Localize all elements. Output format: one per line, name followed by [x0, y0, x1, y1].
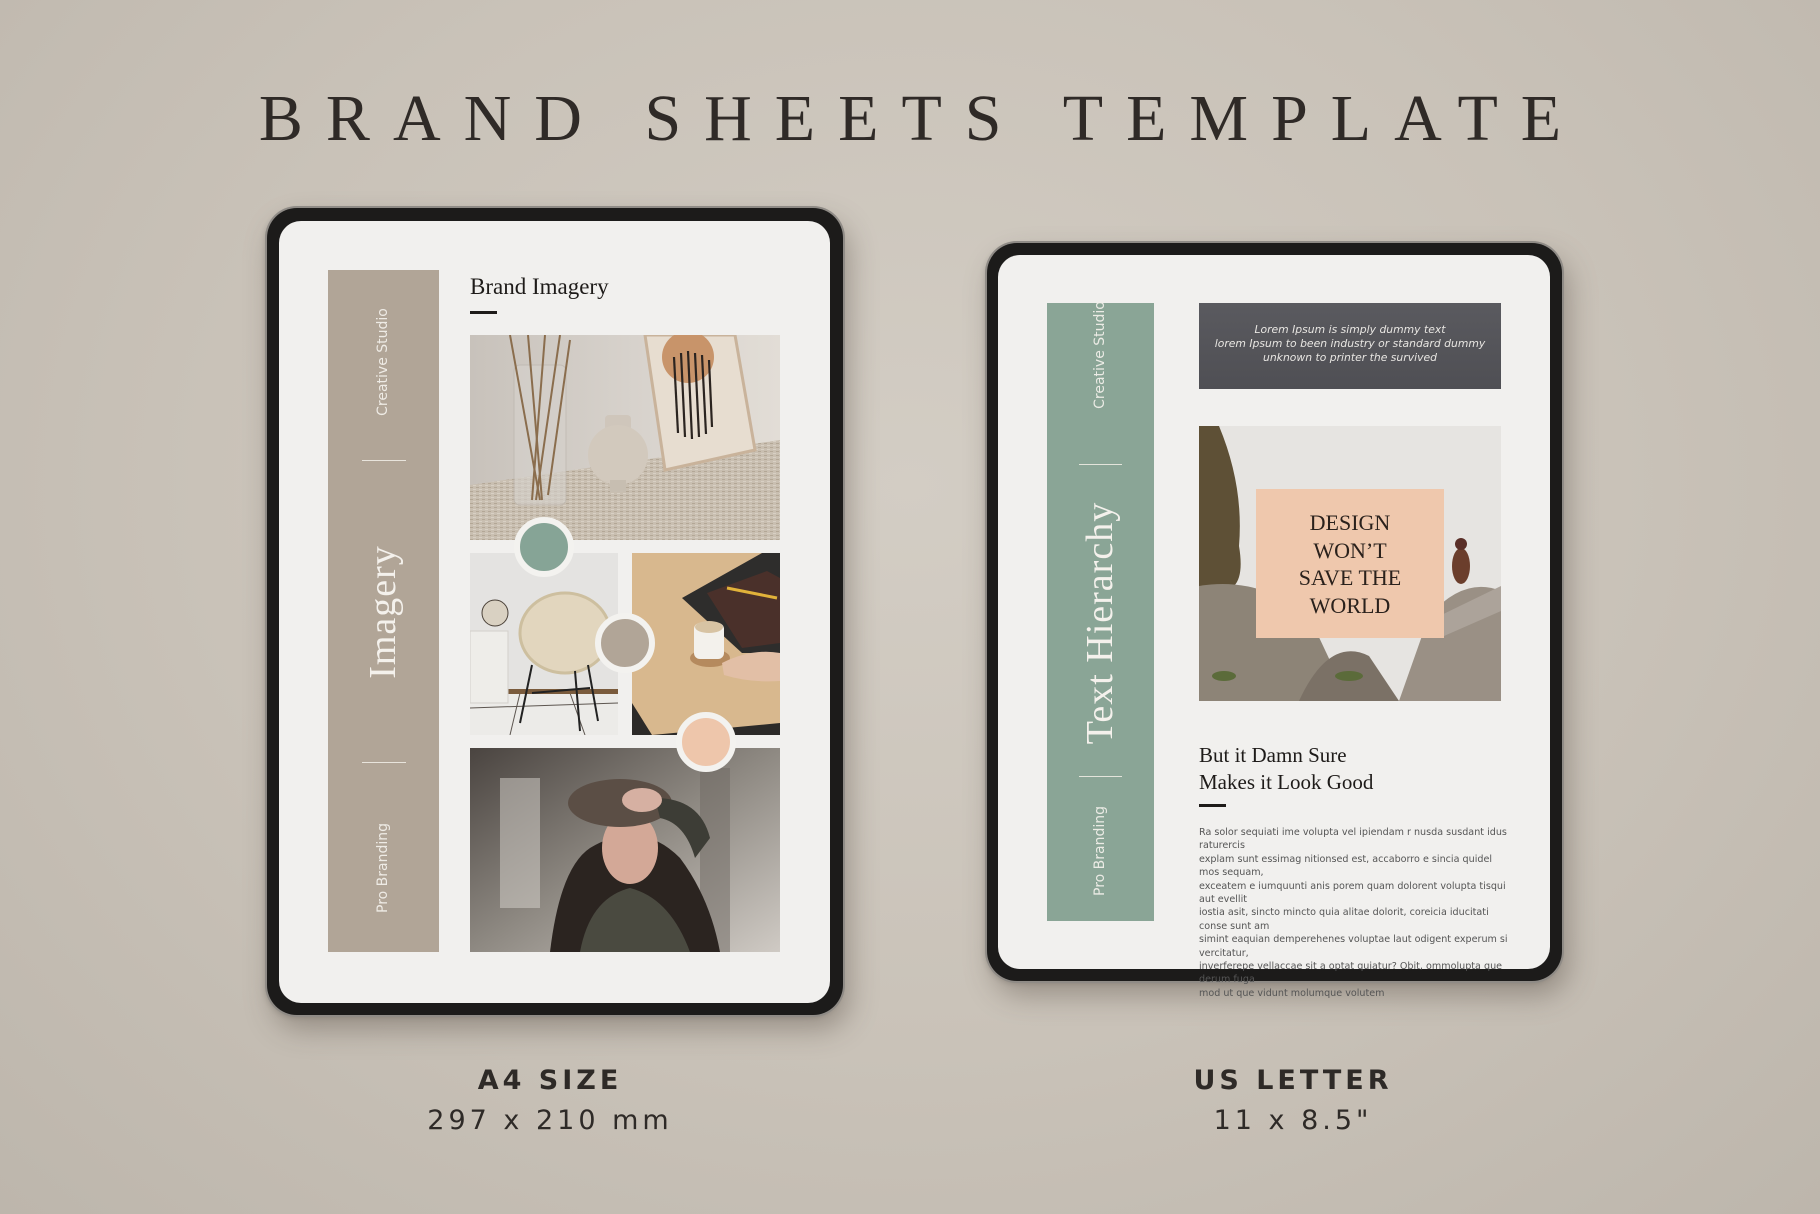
quote-line: unknown to printer the survived [1263, 351, 1437, 364]
a4-sidebar: Creative Studio Imagery Pro Branding [328, 270, 439, 952]
a4-caption-dimensions: 297 x 210 mm [427, 1105, 673, 1136]
image-vase-and-art-print [470, 335, 780, 540]
letter-heading: But it Damn Sure Makes it Look Good [1199, 742, 1373, 796]
body-line: explam sunt essimag nitionsed est, accab… [1199, 853, 1493, 879]
swatch-taupe [595, 613, 655, 673]
quote-line: Lorem Ipsum is simply dummy text [1254, 323, 1446, 336]
a4-sidebar-bottom-label: Pro Branding [375, 822, 391, 914]
letter-sidebar-main-label: Text Hierarchy [1079, 501, 1121, 745]
body-line: inverferepe vellaccae sit a optat quiatu… [1199, 961, 1503, 986]
letter-sidebar-divider-bottom [1079, 776, 1122, 777]
quote-line: lorem Ipsum to been industry or standard… [1214, 337, 1486, 350]
a4-sidebar-divider-bottom [362, 762, 406, 763]
letter-caption-title: US LETTER [1193, 1065, 1393, 1096]
a4-sidebar-main-label: Imagery [362, 545, 404, 679]
body-line: mod ut que vidunt molumque volutem [1199, 987, 1385, 999]
body-line: simint eaquian demperehenes voluptae lau… [1199, 934, 1508, 959]
letter-heading-line: Makes it Look Good [1199, 770, 1374, 794]
a4-heading-rule [470, 311, 497, 314]
feature-overlay: DESIGN WON’T SAVE THE WORLD [1256, 489, 1444, 638]
body-line: Ra solor sequiati ime volupta vel ipiend… [1199, 827, 1507, 852]
letter-sidebar-divider-top [1079, 464, 1122, 465]
a4-caption-title: A4 SIZE [477, 1065, 623, 1096]
overlay-line: DESIGN [1309, 510, 1391, 535]
a4-sidebar-top-label: Creative Studio [375, 308, 391, 416]
page-title: BRAND SHEETS TEMPLATE [258, 82, 1585, 155]
letter-heading-rule [1199, 804, 1226, 807]
body-line: iostia asit, sincto mincto quia alitae d… [1199, 907, 1489, 932]
letter-heading-line: But it Damn Sure [1199, 743, 1347, 767]
letter-sidebar-top-label: Creative Studio [1092, 301, 1108, 409]
a4-sidebar-divider-top [362, 460, 406, 461]
letter-sidebar: Creative Studio Text Hierarchy Pro Brand… [1047, 301, 1154, 921]
swatch-sage [514, 517, 574, 577]
a4-heading: Brand Imagery [470, 274, 609, 299]
quote-box: Lorem Ipsum is simply dummy text lorem I… [1199, 303, 1501, 389]
letter-caption-dimensions: 11 x 8.5" [1213, 1105, 1373, 1136]
overlay-line: WORLD [1309, 592, 1391, 618]
letter-body-text: Ra solor sequiati ime volupta vel ipiend… [1199, 826, 1509, 1000]
swatch-peach [676, 712, 736, 772]
body-line: exceatem e iumquunti anis porem quam dol… [1199, 880, 1506, 906]
image-woman-portrait [470, 748, 780, 952]
overlay-line: SAVE THE [1298, 565, 1402, 590]
letter-sidebar-bottom-label: Pro Branding [1092, 805, 1108, 897]
overlay-line: WON’T [1313, 537, 1387, 563]
